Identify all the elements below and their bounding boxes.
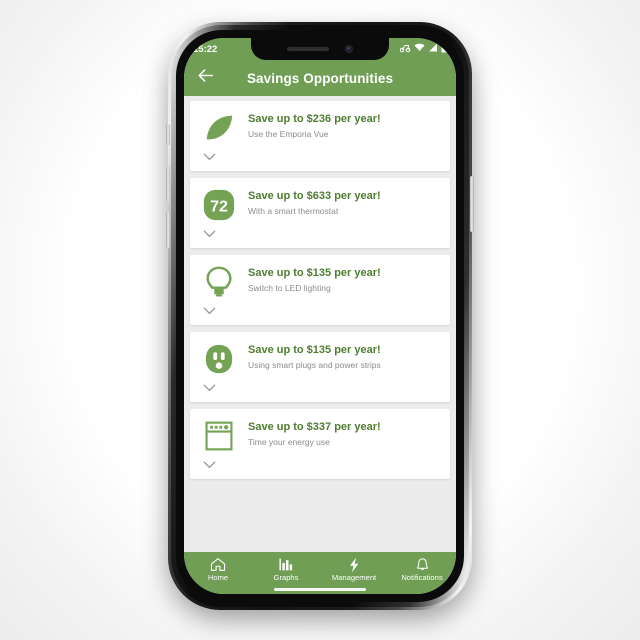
card-text: Save up to $633 per year! With a smart t… <box>248 186 381 216</box>
card-text: Save up to $236 per year! Use the Empori… <box>248 109 381 139</box>
card-subtitle: With a smart thermostat <box>248 206 339 217</box>
chevron-down-icon <box>203 379 216 397</box>
nav-label: Home <box>207 573 229 582</box>
savings-card-emporia-vue[interactable]: Save up to $236 per year! Use the Empori… <box>190 101 450 171</box>
back-button[interactable] <box>188 61 222 95</box>
thermostat-temperature: 72 <box>210 198 228 216</box>
chevron-down-icon <box>203 302 216 320</box>
expand-toggle[interactable] <box>200 378 440 398</box>
card-title: Save up to $633 per year! <box>248 190 381 202</box>
savings-opportunities-list[interactable]: Save up to $236 per year! Use the Empori… <box>184 96 456 552</box>
card-title: Save up to $337 per year! <box>248 421 381 433</box>
savings-card-smart-thermostat[interactable]: 72 Save up to $633 per year! With a smar… <box>190 178 450 248</box>
card-text: Save up to $135 per year! Using smart pl… <box>248 340 381 370</box>
wifi-icon <box>414 43 425 55</box>
card-text: Save up to $135 per year! Switch to LED … <box>248 263 381 293</box>
card-text: Save up to $337 per year! Time your ener… <box>248 417 381 447</box>
nav-item-home[interactable]: Home <box>184 557 252 582</box>
location-icon <box>399 43 411 56</box>
chevron-down-icon <box>203 456 216 474</box>
nav-label: Graphs <box>273 573 299 582</box>
chevron-down-icon <box>203 148 216 166</box>
card-subtitle: Time your energy use <box>248 437 330 448</box>
silent-switch-button[interactable] <box>166 124 170 146</box>
card-title: Save up to $236 per year! <box>248 113 381 125</box>
bar-chart-icon <box>278 557 294 572</box>
power-button[interactable] <box>470 176 474 232</box>
lightning-bolt-icon <box>347 557 361 572</box>
nav-item-graphs[interactable]: Graphs <box>252 557 320 582</box>
page-title: Savings Opportunities <box>246 70 394 86</box>
card-header: Save up to $337 per year! Time your ener… <box>200 417 440 455</box>
card-title: Save up to $135 per year! <box>248 267 381 279</box>
expand-toggle[interactable] <box>200 147 440 167</box>
display-notch <box>251 38 389 60</box>
power-outlet-icon <box>200 340 238 378</box>
lightbulb-icon <box>200 263 238 301</box>
volume-down-button[interactable] <box>166 212 170 248</box>
card-subtitle: Switch to LED lighting <box>248 283 331 294</box>
savings-card-led-lighting[interactable]: Save up to $135 per year! Switch to LED … <box>190 255 450 325</box>
status-bar-time: 15:22 <box>193 43 218 55</box>
nav-label: Notifications <box>401 573 443 582</box>
expand-toggle[interactable] <box>200 224 440 244</box>
card-header: Save up to $236 per year! Use the Empori… <box>200 109 440 147</box>
card-subtitle: Use the Emporia Vue <box>248 129 329 140</box>
nav-label: Management <box>331 573 377 582</box>
app-bar: Savings Opportunities <box>184 60 456 96</box>
chevron-down-icon <box>203 225 216 243</box>
earpiece-speaker-icon <box>287 47 329 51</box>
status-bar-icons <box>399 42 447 56</box>
home-indicator[interactable] <box>274 588 366 591</box>
signal-icon <box>428 43 438 55</box>
phone-screen: 15:22 Savings Opportunities Save up to $… <box>184 38 456 594</box>
expand-toggle[interactable] <box>200 301 440 321</box>
nav-item-management[interactable]: Management <box>320 557 388 582</box>
house-icon <box>210 557 226 572</box>
card-subtitle: Using smart plugs and power strips <box>248 360 381 371</box>
oven-icon <box>200 417 238 455</box>
savings-card-time-energy-use[interactable]: Save up to $337 per year! Time your ener… <box>190 409 450 479</box>
battery-icon <box>441 42 447 56</box>
thermostat-icon: 72 <box>200 186 238 224</box>
front-camera-icon <box>345 45 353 53</box>
card-title: Save up to $135 per year! <box>248 344 381 356</box>
expand-toggle[interactable] <box>200 455 440 475</box>
nav-item-notifications[interactable]: Notifications <box>388 557 456 582</box>
leaf-icon <box>200 109 238 147</box>
screenshot-stage: 15:22 Savings Opportunities Save up to $… <box>0 0 640 640</box>
arrow-left-icon <box>197 68 214 88</box>
savings-card-smart-plugs[interactable]: Save up to $135 per year! Using smart pl… <box>190 332 450 402</box>
card-header: Save up to $135 per year! Switch to LED … <box>200 263 440 301</box>
card-header: Save up to $135 per year! Using smart pl… <box>200 340 440 378</box>
card-header: 72 Save up to $633 per year! With a smar… <box>200 186 440 224</box>
volume-up-button[interactable] <box>166 166 170 202</box>
bell-icon <box>415 557 430 572</box>
